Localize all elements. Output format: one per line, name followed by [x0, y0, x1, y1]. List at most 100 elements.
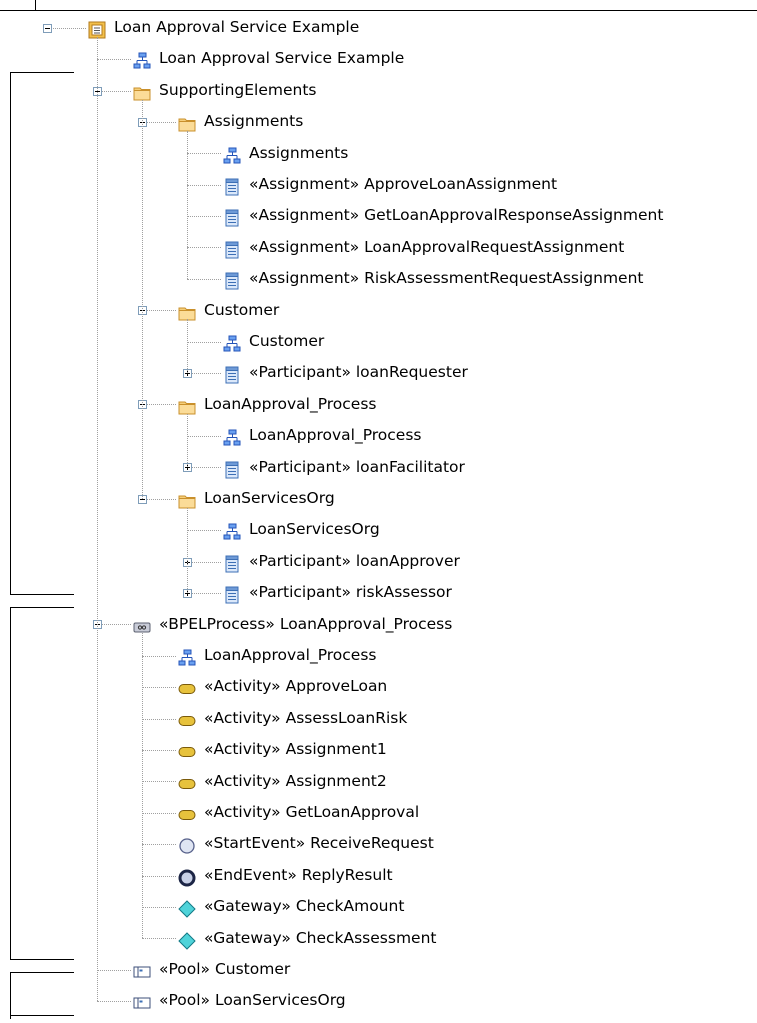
class-icon	[223, 207, 241, 227]
tree-item[interactable]: «Activity» GetLoanApproval	[172, 797, 757, 828]
tree-connector	[187, 562, 221, 563]
diagram-icon	[178, 647, 196, 666]
tree-guide	[187, 319, 188, 374]
tree-connector	[142, 844, 176, 845]
tree-connector	[187, 216, 221, 217]
class-icon	[223, 584, 241, 604]
tree-item[interactable]: Assignments	[172, 106, 757, 137]
tree-connector	[142, 750, 176, 751]
start-event-icon	[178, 835, 196, 855]
tree-connector	[97, 59, 131, 60]
tree-connector	[142, 310, 176, 311]
tree-guide	[187, 507, 188, 593]
tree-item[interactable]: SupportingElements	[127, 75, 757, 106]
tree-item[interactable]: «Activity» Assignment1	[172, 734, 757, 765]
tree-item[interactable]: «Participant» riskAssessor	[217, 577, 757, 608]
tree-connector	[187, 373, 221, 374]
class-icon	[223, 553, 241, 573]
tree-item[interactable]: «EndEvent» ReplyResult	[172, 860, 757, 891]
class-icon	[223, 239, 241, 259]
activity-icon	[178, 678, 196, 696]
tree-connector	[142, 656, 176, 657]
diagram-icon	[223, 145, 241, 164]
tree-item-label: «Gateway» CheckAssessment	[204, 928, 437, 947]
tree-item-label: «Activity» ApproveLoan	[204, 677, 388, 696]
pool-icon	[133, 992, 151, 1010]
tree-item[interactable]: «Participant» loanApprover	[217, 546, 757, 577]
tree-connector	[142, 499, 176, 500]
gateway-icon	[178, 930, 196, 950]
tree-item-label: «Assignment» LoanApprovalRequestAssignme…	[249, 237, 625, 256]
folder-icon	[178, 302, 196, 321]
tree-item[interactable]: Customer	[217, 326, 757, 357]
tree-connector	[187, 593, 221, 594]
gateway-icon	[178, 898, 196, 918]
tree-connector	[142, 719, 176, 720]
tree-item[interactable]: LoanServicesOrg	[217, 514, 757, 545]
tree-guide	[187, 130, 188, 279]
tree-item[interactable]: «BPELProcess» LoanApproval_Process	[127, 609, 757, 640]
tree-item-label: «Activity» Assignment2	[204, 771, 387, 790]
tree-item[interactable]: «Assignment» RiskAssessmentRequestAssign…	[217, 263, 757, 294]
tree-connector	[142, 687, 176, 688]
tree-item[interactable]: «Assignment» ApproveLoanAssignment	[217, 169, 757, 200]
tree-connector	[187, 153, 221, 154]
tree-item[interactable]: Loan Approval Service Example	[82, 12, 757, 43]
tree-item[interactable]: «Participant» loanRequester	[217, 357, 757, 388]
collapse-toggle[interactable]	[43, 24, 52, 33]
tree-connector	[97, 1001, 131, 1002]
tree-item-label: LoanServicesOrg	[204, 489, 335, 507]
tree-item-label: «Pool» LoanServicesOrg	[159, 991, 346, 1010]
folder-icon	[178, 113, 196, 132]
tree-item-label: Assignments	[204, 112, 304, 131]
tree-item[interactable]: Assignments	[217, 138, 757, 169]
tree-item[interactable]: LoanApproval_Process	[172, 640, 757, 671]
frame-top-border	[0, 10, 757, 11]
activity-icon	[178, 710, 196, 728]
tree-item[interactable]: «Gateway» CheckAssessment	[172, 923, 757, 954]
folder-icon	[178, 396, 196, 415]
folder-icon	[133, 82, 151, 101]
tree-item[interactable]: LoanApproval_Process	[172, 389, 757, 420]
tree-item[interactable]: «Activity» AssessLoanRisk	[172, 703, 757, 734]
tree-item-label: «BPELProcess» LoanApproval_Process	[159, 614, 453, 633]
tree-item[interactable]: «Assignment» LoanApprovalRequestAssignme…	[217, 232, 757, 263]
tree-item[interactable]: «Activity» Assignment2	[172, 766, 757, 797]
tree-connector	[187, 342, 221, 343]
tree-item[interactable]: LoanApproval_Process	[217, 420, 757, 451]
tree-connector	[97, 624, 131, 625]
class-icon	[223, 364, 241, 384]
tree-item[interactable]: «Activity» ApproveLoan	[172, 671, 757, 702]
end-event-icon	[178, 867, 196, 887]
tree-guide	[97, 36, 98, 1002]
model-icon	[88, 19, 106, 39]
tree-item[interactable]: Loan Approval Service Example	[127, 43, 757, 74]
pool-icon	[133, 961, 151, 979]
tree-item[interactable]: «Participant» loanFacilitator	[217, 452, 757, 483]
tree-connector	[187, 436, 221, 437]
tree-connector	[187, 467, 221, 468]
tree-item[interactable]: «Pool» LoanServicesOrg	[127, 985, 757, 1016]
tree-item-label: LoanApproval_Process	[204, 394, 377, 413]
diagram-icon	[223, 333, 241, 352]
tree-item[interactable]: Customer	[172, 295, 757, 326]
tree-item[interactable]: «Gateway» CheckAmount	[172, 891, 757, 922]
tree-guide	[142, 99, 143, 499]
activity-icon	[178, 773, 196, 791]
folder-icon	[178, 490, 196, 509]
tree-item-label: SupportingElements	[159, 80, 317, 99]
tree-connector	[187, 279, 221, 280]
tree-item-label: «Activity» Assignment1	[204, 740, 387, 759]
tree-item-label: Assignments	[249, 143, 349, 162]
tree-item-label: «Gateway» CheckAmount	[204, 897, 405, 916]
tree-guide	[142, 633, 143, 939]
tree-connector	[142, 813, 176, 814]
tree-item[interactable]: LoanServicesOrg	[172, 483, 757, 514]
tree-connector	[142, 122, 176, 123]
tree-guide	[187, 413, 188, 468]
process-icon	[133, 616, 151, 634]
tree-connector	[142, 404, 176, 405]
tree-item[interactable]: «Assignment» GetLoanApprovalResponseAssi…	[217, 200, 757, 231]
tree-item[interactable]: «StartEvent» ReceiveRequest	[172, 828, 757, 859]
tree-item[interactable]: «Pool» Customer	[127, 954, 757, 985]
